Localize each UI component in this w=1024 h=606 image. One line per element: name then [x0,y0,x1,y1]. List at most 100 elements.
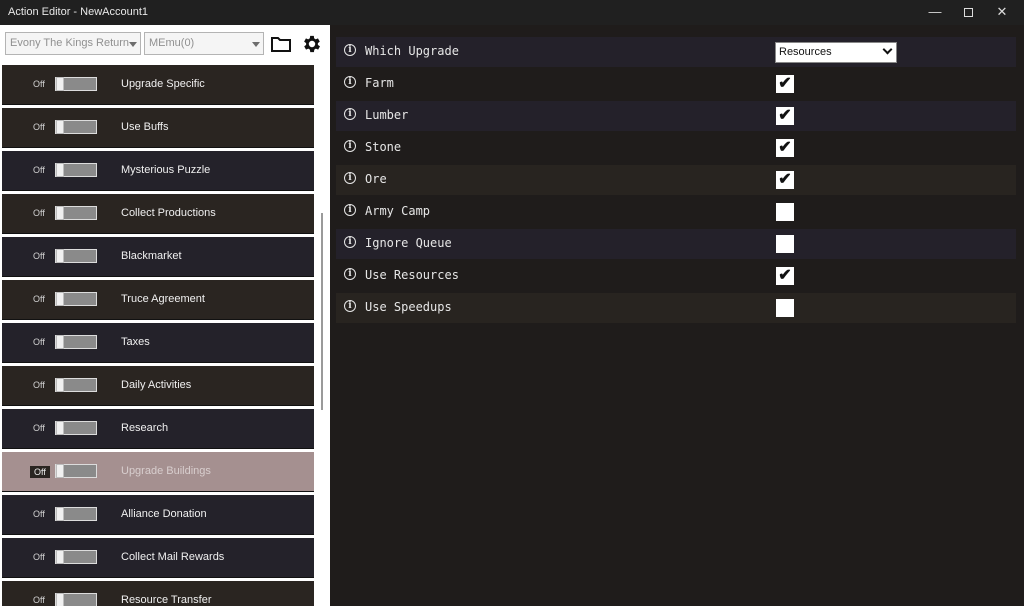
actions-panel: Evony The Kings Return MEmu(0) Off Upgra… [0,25,330,606]
toggle-state-label: Off [33,79,45,89]
action-settings-panel: i Which Upgrade Resources i Farm ✔ i Lum… [330,25,1024,606]
list-item[interactable]: Off Research [2,409,314,449]
chevron-down-icon [252,42,260,47]
info-icon[interactable]: i [344,140,356,152]
toggle-thumb [56,421,64,435]
setting-label: Army Camp [365,204,431,218]
toggle-thumb [56,507,64,521]
info-icon[interactable]: i [344,268,356,280]
list-item-selected[interactable]: Off Upgrade Buildings [2,452,314,492]
list-item[interactable]: Off Mysterious Puzzle [2,151,314,191]
close-button[interactable]: ✕ [986,0,1018,25]
list-item[interactable]: Off Collect Productions [2,194,314,234]
emulator-select[interactable]: MEmu(0) [144,32,264,55]
toggle-thumb [56,335,64,349]
toggle-state-label: Off [33,165,45,175]
toolbar: Evony The Kings Return MEmu(0) [0,25,330,62]
info-icon[interactable]: i [344,204,356,216]
action-label: Upgrade Specific [121,78,205,90]
action-label: Blackmarket [121,250,182,262]
action-toggle[interactable] [55,292,97,306]
action-label: Collect Productions [121,207,216,219]
gear-icon[interactable] [301,33,323,55]
action-toggle[interactable] [55,120,97,134]
action-label: Resource Transfer [121,594,212,606]
setting-row-ignore-queue: i Ignore Queue [336,229,1016,259]
maximize-button[interactable] [952,0,984,25]
setting-row-which-upgrade: i Which Upgrade Resources [336,37,1016,67]
action-toggle[interactable] [55,378,97,392]
list-item[interactable]: Off Truce Agreement [2,280,314,320]
action-toggle[interactable] [55,464,97,478]
info-icon[interactable]: i [344,300,356,312]
setting-row-army-camp: i Army Camp [336,197,1016,227]
info-icon[interactable]: i [344,108,356,120]
action-toggle[interactable] [55,249,97,263]
setting-label: Stone [365,140,402,154]
action-label: Mysterious Puzzle [121,164,211,176]
list-item[interactable]: Off Blackmarket [2,237,314,277]
action-toggle[interactable] [55,206,97,220]
action-toggle[interactable] [55,421,97,435]
game-select[interactable]: Evony The Kings Return [5,32,141,55]
game-select-value: Evony The Kings Return [10,37,130,49]
which-upgrade-value: Resources [779,46,832,58]
toggle-state-label: Off [33,380,45,390]
toggle-state-label: Off [33,423,45,433]
list-item[interactable]: Off Alliance Donation [2,495,314,535]
list-item[interactable]: Off Use Buffs [2,108,314,148]
info-icon[interactable]: i [344,76,356,88]
list-item[interactable]: Off Upgrade Specific [2,65,314,105]
setting-label: Ore [365,172,387,186]
toggle-state-label: Off [33,122,45,132]
toggle-thumb [56,206,64,220]
toggle-state-label: Off [33,337,45,347]
action-toggle[interactable] [55,507,97,521]
toggle-thumb [56,163,64,177]
toggle-thumb [56,464,64,478]
toggle-thumb [56,550,64,564]
setting-label: Use Speedups [365,300,452,314]
action-label: Alliance Donation [121,508,207,520]
action-toggle[interactable] [55,163,97,177]
setting-row-lumber: i Lumber ✔ [336,101,1016,131]
action-label: Use Buffs [121,121,169,133]
chevron-down-icon [129,42,137,47]
action-toggle[interactable] [55,335,97,349]
close-icon: ✕ [996,4,1008,19]
setting-row-farm: i Farm ✔ [336,69,1016,99]
setting-row-stone: i Stone ✔ [336,133,1016,163]
army-camp-checkbox[interactable] [776,203,794,221]
list-item[interactable]: Off Collect Mail Rewards [2,538,314,578]
use-speedups-checkbox[interactable] [776,299,794,317]
info-icon[interactable]: i [344,44,356,56]
minimize-icon: — [928,4,942,19]
action-toggle[interactable] [55,77,97,91]
toggle-state-label: Off [33,552,45,562]
toggle-state-label: Off [33,251,45,261]
list-item[interactable]: Off Taxes [2,323,314,363]
lumber-checkbox[interactable]: ✔ [776,107,794,125]
toggle-thumb [56,249,64,263]
info-icon[interactable]: i [344,172,356,184]
maximize-icon [963,8,973,18]
minimize-button[interactable]: — [919,0,951,25]
folder-icon[interactable] [270,33,292,55]
setting-row-ore: i Ore ✔ [336,165,1016,195]
list-item[interactable]: Off Resource Transfer [2,581,314,606]
stone-checkbox[interactable]: ✔ [776,139,794,157]
action-label: Truce Agreement [121,293,205,305]
which-upgrade-select[interactable]: Resources [775,42,897,63]
info-icon[interactable]: i [344,236,356,248]
list-item[interactable]: Off Daily Activities [2,366,314,406]
ignore-queue-checkbox[interactable] [776,235,794,253]
window-title: Action Editor - NewAccount1 [8,6,149,18]
action-toggle[interactable] [55,593,97,606]
farm-checkbox[interactable]: ✔ [776,75,794,93]
ore-checkbox[interactable]: ✔ [776,171,794,189]
use-resources-checkbox[interactable]: ✔ [776,267,794,285]
setting-row-use-resources: i Use Resources ✔ [336,261,1016,291]
list-scrollbar[interactable] [321,213,323,410]
action-list: Off Upgrade Specific Off Use Buffs Off M… [0,65,316,606]
action-toggle[interactable] [55,550,97,564]
